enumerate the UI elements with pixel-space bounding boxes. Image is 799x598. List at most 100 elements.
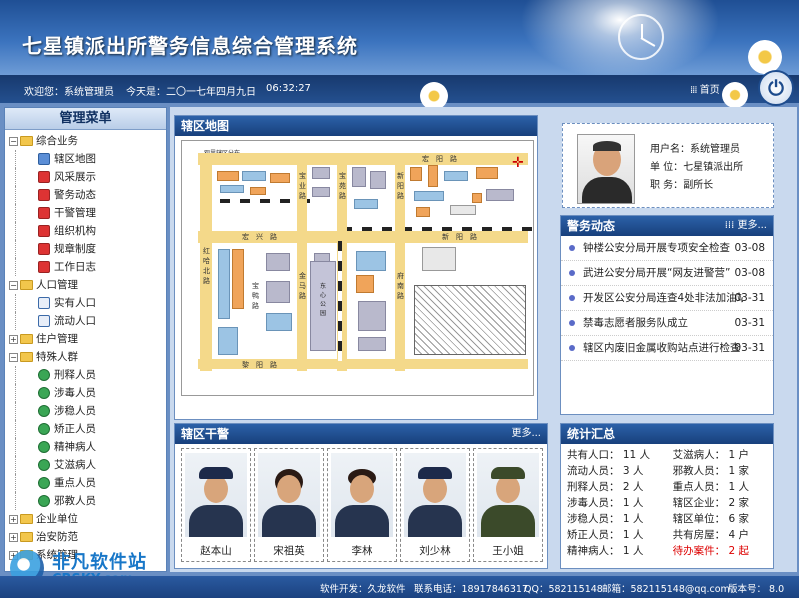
building <box>266 313 292 331</box>
building <box>270 173 290 183</box>
stat-item: 邪教人员： 1 家 <box>672 465 750 477</box>
menu-item-key-persons[interactable]: 重点人员 <box>15 474 164 492</box>
bullet-icon <box>569 245 575 251</box>
stat-item: 辖区企业： 2 家 <box>672 497 750 509</box>
building <box>312 187 330 197</box>
cadres-more-link[interactable]: 更多... <box>511 424 541 444</box>
news-item[interactable]: 武进公安分局开展“网友进警营” 03-08 <box>561 261 773 286</box>
stats-table: 共有人口： 11 人 艾滋病人： 1 户 流动人员： 3 人 邪教人员： 1 家 刑… <box>561 444 773 562</box>
user-icon <box>38 477 50 489</box>
menu-group-special[interactable]: − 特殊人群 <box>9 348 164 366</box>
building <box>414 191 444 201</box>
stats-panel: 统计汇总 共有人口： 11 人 艾滋病人： 1 户 流动人员： 3 人 邪教人员： … <box>560 423 774 569</box>
user-profile-card: 用户名：系统管理员 单 位：七星镇派出所 职 务：副所长 <box>562 123 774 208</box>
collapse-toggle-icon[interactable]: − <box>9 352 18 362</box>
officer-card[interactable]: 赵本山 <box>181 448 251 562</box>
phone-text: 联系电话：18917846317 <box>414 584 528 595</box>
building <box>444 171 468 181</box>
stat-item: 共有房屋： 4 户 <box>672 529 750 541</box>
grid-icon: ⁞⁞⁞ <box>690 85 697 96</box>
building <box>218 327 238 355</box>
officer-name: 李林 <box>351 545 373 557</box>
home-button[interactable]: ⁞⁞⁞ 首页 <box>690 81 720 96</box>
news-item[interactable]: 钟楼公安分局开展专项安全检查 03-08 <box>561 236 773 261</box>
user-icon <box>38 423 50 435</box>
building <box>358 337 386 351</box>
cadres-list: 赵本山 宋祖英 李林 刘少林 王小姐 <box>181 448 543 562</box>
menu-item-organization[interactable]: 组织机构 <box>15 222 164 240</box>
power-button[interactable]: ⏻ <box>758 70 794 106</box>
app-title: 七星镇派出所警务信息综合管理系统 <box>22 34 358 58</box>
news-panel: 警务动态 ⁞⁞⁞ 更多... 钟楼公安分局开展专项安全检查 03-08 武进公安分局… <box>560 215 774 415</box>
daisy-decoration <box>722 82 748 108</box>
building <box>218 249 230 319</box>
news-item[interactable]: 开发区公安分局连查4处非法加油站 03-31 <box>561 286 773 311</box>
collapse-toggle-icon[interactable]: − <box>9 280 18 290</box>
menu-item-cult[interactable]: 邪教人员 <box>15 492 164 510</box>
building <box>266 253 290 271</box>
building <box>242 171 266 181</box>
daisy-decoration <box>748 40 782 74</box>
stat-item: 刑释人员： 2 人 <box>567 481 644 493</box>
bullet-icon <box>569 345 575 351</box>
document-icon <box>38 225 50 237</box>
footer-bar: 软件开发：久龙软件 联系电话：18917846317 QQ：582115148 … <box>0 576 799 598</box>
building <box>476 167 498 179</box>
officer-card[interactable]: 李林 <box>327 448 397 562</box>
menu-item-news[interactable]: 警务动态 <box>15 186 164 204</box>
menu-item-actual-population[interactable]: 实有人口 <box>15 294 164 312</box>
bullet-icon <box>569 270 575 276</box>
building <box>352 167 366 187</box>
expand-toggle-icon[interactable]: + <box>9 334 18 344</box>
window-icon <box>38 297 50 309</box>
username-value: 系统管理员 <box>690 144 740 155</box>
menu-item-worklog[interactable]: 工作日志 <box>15 258 164 276</box>
news-item[interactable]: 禁毒志愿者服务队成立 03-31 <box>561 311 773 336</box>
menu-item-officers[interactable]: 干警管理 <box>15 204 164 222</box>
unit-value: 七星镇派出所 <box>683 162 744 173</box>
menu-group-general[interactable]: − 综合业务 <box>9 132 164 150</box>
user-icon <box>38 387 50 399</box>
building <box>220 185 244 193</box>
menu-item-floating-population[interactable]: 流动人口 <box>15 312 164 330</box>
news-more-link[interactable]: ⁞⁞⁞ 更多... <box>725 216 767 236</box>
menu-group-households[interactable]: + 住户管理 <box>9 330 164 348</box>
stat-item: 艾滋病人： 1 户 <box>672 449 750 461</box>
welcome-text: 欢迎您：系统管理员 <box>24 87 114 98</box>
menu-item-stability[interactable]: 涉稳人员 <box>15 402 164 420</box>
officer-photo <box>477 453 539 537</box>
position-value: 副所长 <box>683 180 714 191</box>
menu-item-correction[interactable]: 矫正人员 <box>15 420 164 438</box>
menu-item-drug[interactable]: 涉毒人员 <box>15 384 164 402</box>
district-map[interactable]: 观里辖区分布 宏 阳 路 红哈北路 宏 兴 路 新 阳 路 黎 阳 路 宝业路 … <box>181 140 534 396</box>
stat-item: 矫正人员： 1 人 <box>567 529 644 541</box>
officer-card[interactable]: 宋祖英 <box>254 448 324 562</box>
central-park: 东心公园 <box>310 261 336 351</box>
menu-group-population[interactable]: − 人口管理 <box>9 276 164 294</box>
menu-group-enterprises[interactable]: + 企业单位 <box>9 510 164 528</box>
app-header: 七星镇派出所警务信息综合管理系统 <box>0 0 799 75</box>
officer-card[interactable]: 王小姐 <box>473 448 543 562</box>
officer-card[interactable]: 刘少林 <box>400 448 470 562</box>
menu-item-aids[interactable]: 艾滋病人 <box>15 456 164 474</box>
menu-item-regulations[interactable]: 规章制度 <box>15 240 164 258</box>
collapse-toggle-icon[interactable]: − <box>9 136 18 146</box>
officer-name: 王小姐 <box>492 545 524 557</box>
officer-name: 宋祖英 <box>273 545 305 557</box>
bullet-icon <box>569 295 575 301</box>
pending-cases-link[interactable]: 待办案件： 2 起 <box>673 543 767 559</box>
building <box>472 193 482 203</box>
menu-item-mental[interactable]: 精神病人 <box>15 438 164 456</box>
folder-icon <box>20 514 33 524</box>
menu-item-showcase[interactable]: 风采展示 <box>15 168 164 186</box>
menu-item-released[interactable]: 刑释人员 <box>15 366 164 384</box>
map-icon <box>38 153 50 165</box>
sidebar-menu: 管理菜单 − 综合业务 辖区地图 风采展示 警务动态 干警管理 组织机构 规章制度… <box>4 107 167 572</box>
clock-icon <box>618 14 664 60</box>
stat-item: 精神病人： 1 人 <box>567 545 644 557</box>
expand-toggle-icon[interactable]: + <box>9 514 18 524</box>
stat-item: 流动人员： 3 人 <box>567 465 644 477</box>
menu-item-map[interactable]: 辖区地图 <box>15 150 164 168</box>
document-icon <box>38 261 50 273</box>
news-item[interactable]: 辖区内废旧金属收购站点进行检查 03-31 <box>561 336 773 361</box>
